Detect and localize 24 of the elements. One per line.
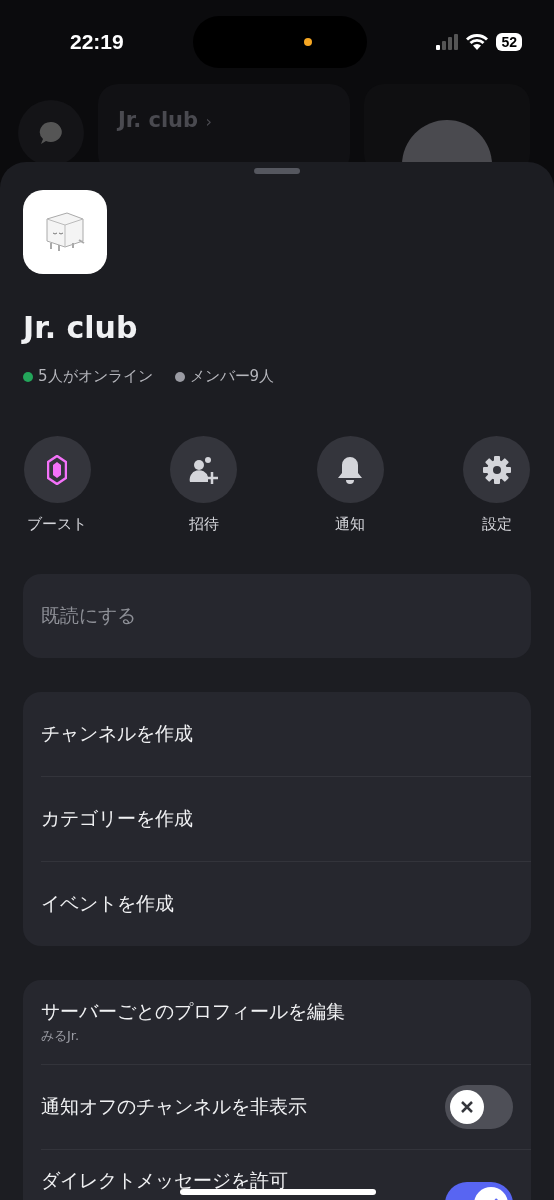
chat-bubble-icon (38, 120, 64, 146)
menu-item[interactable]: サーバーごとのプロフィールを編集 みるJr. (23, 980, 531, 1064)
item-label: 通知オフのチャンネルを非表示 (41, 1094, 307, 1119)
menu-item[interactable]: チャンネルを作成 (23, 692, 531, 776)
member-count: メンバー9人 (189, 367, 275, 386)
status-time: 22:19 (70, 30, 124, 54)
wifi-icon (466, 34, 489, 50)
server-name: Jr. club (23, 310, 139, 345)
signal-icon (436, 34, 459, 50)
gem-icon (47, 454, 67, 485)
item-label: サーバーごとのプロフィールを編集 (41, 999, 345, 1024)
settings-icon (481, 454, 512, 485)
server-icon (23, 190, 107, 274)
menu-item[interactable]: イベントを作成 (23, 862, 531, 946)
battery-level: 52 (496, 33, 522, 51)
member-count: 5人がオンライン (38, 367, 153, 386)
menu-item[interactable]: カテゴリーを作成 (23, 777, 531, 861)
toggle-switch[interactable] (445, 1085, 513, 1129)
add-person-icon (188, 454, 219, 485)
mark-read-button[interactable]: 既読にする (23, 574, 531, 658)
item-subtitle: みるJr. (41, 1027, 80, 1045)
close-icon (459, 1099, 475, 1115)
bell-icon (337, 455, 364, 484)
drag-handle[interactable] (254, 168, 300, 174)
